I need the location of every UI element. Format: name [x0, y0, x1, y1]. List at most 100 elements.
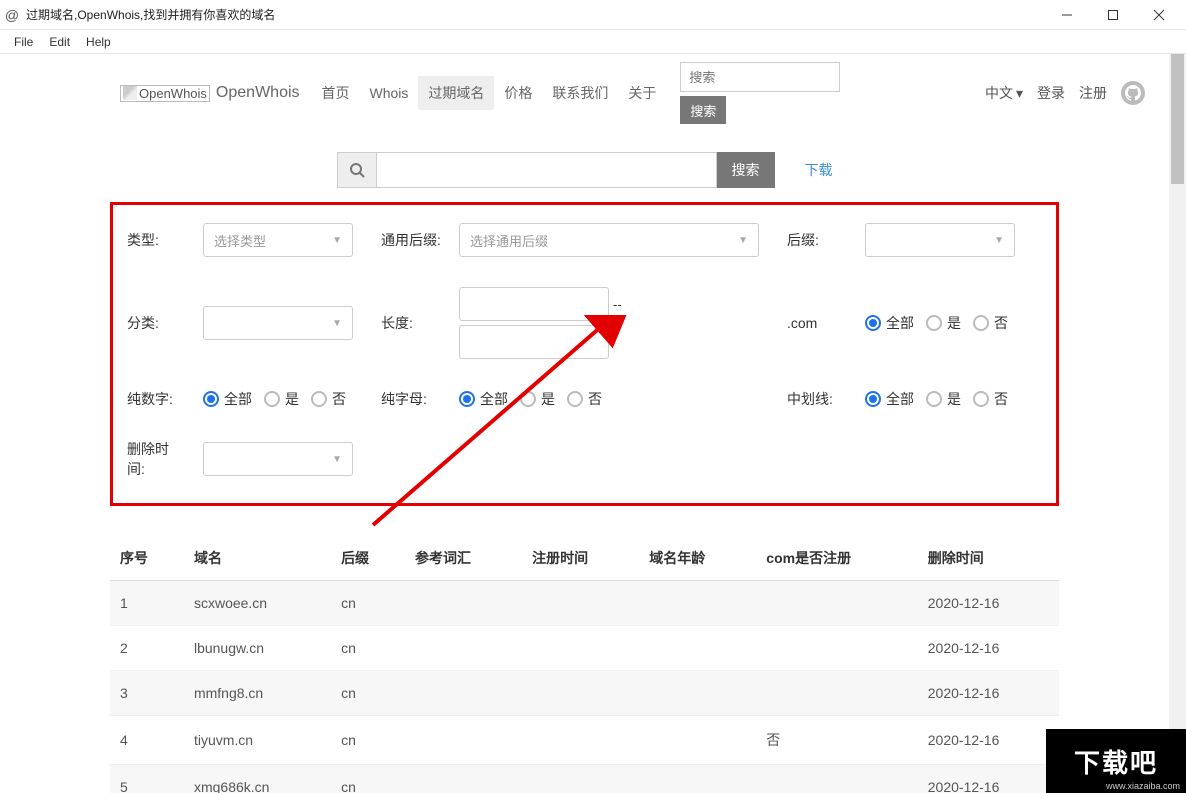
main-search-button[interactable]: 搜索: [717, 152, 775, 188]
th-com[interactable]: com是否注册: [756, 536, 917, 581]
main-search-input[interactable]: [377, 152, 717, 188]
top-search-button[interactable]: 搜索: [680, 96, 726, 124]
cell-com: 否: [756, 716, 917, 765]
cell-ref: [405, 716, 522, 765]
menu-file[interactable]: File: [6, 33, 41, 51]
menu-edit[interactable]: Edit: [41, 33, 78, 51]
th-del[interactable]: 删除时间: [918, 536, 1059, 581]
cell-ref: [405, 765, 522, 793]
length-separator: --: [613, 297, 622, 312]
filter-box: 类型: 选择类型▼ 通用后缀: 选择通用后缀▼ 后缀: ▼ 分类: ▼ 长度: …: [110, 202, 1059, 506]
cell-com: [756, 626, 917, 671]
cell-com: [756, 671, 917, 716]
language-label: 中文: [985, 83, 1013, 103]
search-icon[interactable]: [337, 152, 377, 188]
label-category: 分类:: [127, 313, 185, 333]
register-link[interactable]: 注册: [1079, 84, 1107, 102]
caret-down-icon: ▼: [332, 318, 342, 329]
nav-contact[interactable]: 联系我们: [542, 76, 618, 110]
scrollbar-vertical[interactable]: [1169, 54, 1186, 793]
app-icon: @: [4, 7, 20, 23]
radio-letters-yes[interactable]: 是: [520, 389, 555, 409]
menu-help[interactable]: Help: [78, 33, 119, 51]
top-search-input[interactable]: [680, 62, 840, 92]
label-letters: 纯字母:: [381, 389, 441, 409]
minimize-button[interactable]: [1044, 0, 1090, 30]
radio-hyphen-yes[interactable]: 是: [926, 389, 961, 409]
label-deltime: 删除时间:: [127, 439, 185, 479]
github-icon[interactable]: [1121, 81, 1145, 105]
cell-ref: [405, 626, 522, 671]
select-category[interactable]: ▼: [203, 306, 353, 340]
scrollbar-thumb[interactable]: [1171, 54, 1184, 184]
th-reg[interactable]: 注册时间: [522, 536, 639, 581]
th-age[interactable]: 域名年龄: [639, 536, 756, 581]
radios-com: 全部 是 否: [865, 313, 1025, 333]
download-link[interactable]: 下载: [805, 160, 833, 180]
radio-com-yes[interactable]: 是: [926, 313, 961, 333]
cell-domain: lbunugw.cn: [184, 626, 331, 671]
nav-about[interactable]: 关于: [618, 76, 666, 110]
table-row[interactable]: 2lbunugw.cncn2020-12-16: [110, 626, 1059, 671]
select-generic-suffix[interactable]: 选择通用后缀▼: [459, 223, 759, 257]
maximize-button[interactable]: [1090, 0, 1136, 30]
length-max-input[interactable]: [459, 325, 609, 359]
nav-home[interactable]: 首页: [312, 76, 360, 110]
cell-del: 2020-12-16: [918, 765, 1059, 793]
select-deltime[interactable]: ▼: [203, 442, 353, 476]
radio-com-no[interactable]: 否: [973, 313, 1008, 333]
table-row[interactable]: 4tiyuvm.cncn否2020-12-16: [110, 716, 1059, 765]
watermark-sub: www.xiazaiba.com: [1106, 781, 1180, 791]
length-inputs: --: [459, 287, 769, 359]
window-controls: [1044, 0, 1182, 30]
cell-del: 2020-12-16: [918, 581, 1059, 626]
caret-down-icon: ▼: [738, 235, 748, 246]
cell-domain: scxwoee.cn: [184, 581, 331, 626]
nav-expired[interactable]: 过期域名: [418, 76, 494, 110]
radio-digits-no[interactable]: 否: [311, 389, 346, 409]
cell-reg: [522, 716, 639, 765]
label-suffix: 后缀:: [787, 230, 847, 250]
caret-down-icon: ▼: [994, 235, 1004, 246]
window-title: 过期域名,OpenWhois,找到并拥有你喜欢的域名: [26, 6, 1044, 23]
th-suffix[interactable]: 后缀: [331, 536, 405, 581]
nav-whois[interactable]: Whois: [360, 76, 419, 110]
th-domain[interactable]: 域名: [184, 536, 331, 581]
login-link[interactable]: 登录: [1037, 84, 1065, 102]
th-idx[interactable]: 序号: [110, 536, 184, 581]
table-header-row: 序号 域名 后缀 参考词汇 注册时间 域名年龄 com是否注册 删除时间: [110, 536, 1059, 581]
top-nav: OpenWhois OpenWhois 首页 Whois 过期域名 价格 联系我…: [0, 54, 1169, 132]
cell-del: 2020-12-16: [918, 671, 1059, 716]
main-search-row: 搜索 下载: [110, 152, 1059, 188]
th-ref[interactable]: 参考词汇: [405, 536, 522, 581]
cell-idx: 4: [110, 716, 184, 765]
nav-pricing[interactable]: 价格: [494, 76, 542, 110]
label-digits: 纯数字:: [127, 389, 185, 409]
chevron-down-icon: ▾: [1016, 85, 1023, 102]
select-type[interactable]: 选择类型▼: [203, 223, 353, 257]
cell-domain: tiyuvm.cn: [184, 716, 331, 765]
radio-hyphen-all[interactable]: 全部: [865, 389, 914, 409]
brand[interactable]: OpenWhois OpenWhois: [120, 84, 300, 102]
cell-suffix: cn: [331, 581, 405, 626]
language-dropdown[interactable]: 中文 ▾: [985, 83, 1023, 103]
results-table: 序号 域名 后缀 参考词汇 注册时间 域名年龄 com是否注册 删除时间 1sc…: [110, 536, 1059, 793]
cell-idx: 5: [110, 765, 184, 793]
close-button[interactable]: [1136, 0, 1182, 30]
radio-letters-all[interactable]: 全部: [459, 389, 508, 409]
radio-digits-yes[interactable]: 是: [264, 389, 299, 409]
select-suffix[interactable]: ▼: [865, 223, 1015, 257]
radio-letters-no[interactable]: 否: [567, 389, 602, 409]
label-generic-suffix: 通用后缀:: [381, 230, 441, 250]
table-row[interactable]: 1scxwoee.cncn2020-12-16: [110, 581, 1059, 626]
radio-digits-all[interactable]: 全部: [203, 389, 252, 409]
radio-com-all[interactable]: 全部: [865, 313, 914, 333]
label-hyphen: 中划线:: [787, 389, 847, 409]
table-row[interactable]: 5xmg686k.cncn2020-12-16: [110, 765, 1059, 793]
radio-hyphen-no[interactable]: 否: [973, 389, 1008, 409]
length-min-input[interactable]: [459, 287, 609, 321]
watermark: 下载吧 www.xiazaiba.com: [1046, 729, 1186, 793]
brand-text: OpenWhois: [214, 84, 300, 102]
table-row[interactable]: 3mmfng8.cncn2020-12-16: [110, 671, 1059, 716]
watermark-text: 下载吧: [1074, 743, 1158, 780]
